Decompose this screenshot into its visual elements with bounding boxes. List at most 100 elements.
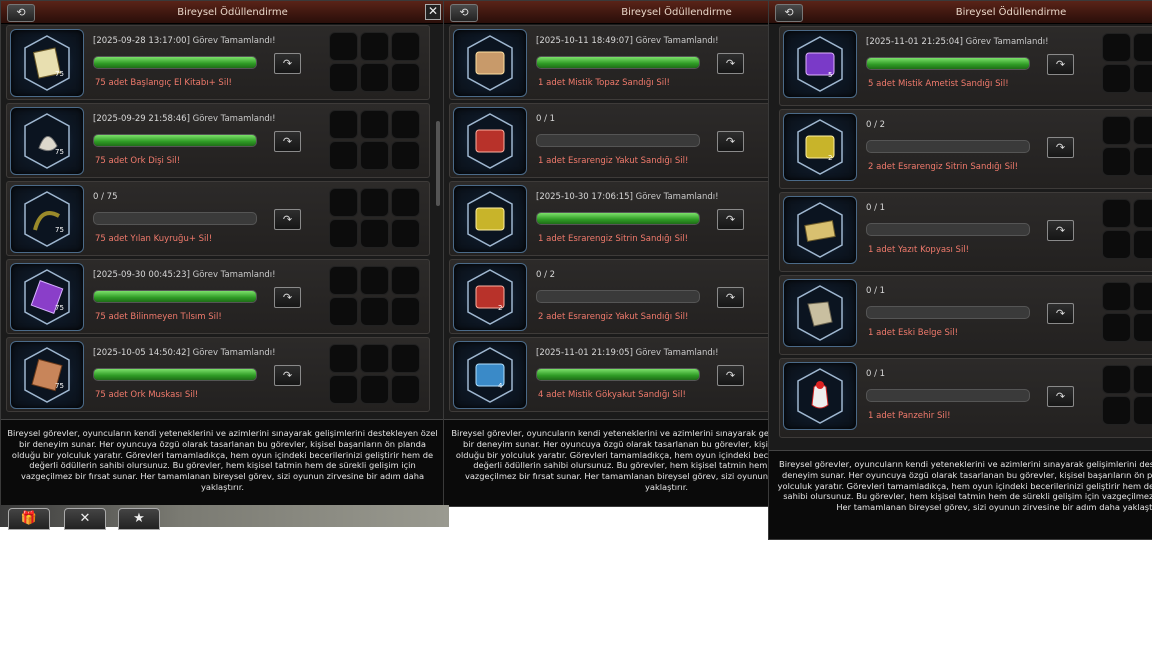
- refresh-button[interactable]: ⟲: [7, 4, 35, 22]
- share-button[interactable]: ↷: [1047, 386, 1074, 407]
- share-button[interactable]: ↷: [717, 287, 744, 308]
- reward-slot[interactable]: [1102, 116, 1131, 145]
- reward-slot[interactable]: [360, 110, 389, 139]
- share-button[interactable]: ↷: [717, 209, 744, 230]
- item-slot[interactable]: 2: [453, 263, 527, 331]
- reward-slot[interactable]: [360, 297, 389, 326]
- reward-slot[interactable]: [391, 32, 420, 61]
- reward-slot[interactable]: [391, 141, 420, 170]
- item-slot[interactable]: 75: [10, 185, 84, 253]
- item-slot[interactable]: [783, 362, 857, 430]
- reward-slot[interactable]: [329, 375, 358, 404]
- refresh-button[interactable]: ⟲: [450, 4, 478, 22]
- reward-slot[interactable]: [329, 141, 358, 170]
- item-slot[interactable]: 75: [10, 29, 84, 97]
- reward-slot[interactable]: [360, 375, 389, 404]
- reward-slot[interactable]: [1133, 64, 1152, 93]
- share-button[interactable]: ↷: [1047, 220, 1074, 241]
- reward-panel-1: ⟲ Bireysel Ödüllendirme ✕ 75 [2025-09-28 …: [0, 0, 445, 507]
- reward-slot[interactable]: [329, 344, 358, 373]
- reward-slot[interactable]: [360, 32, 389, 61]
- reward-slot[interactable]: [360, 188, 389, 217]
- snake-tail-icon: [24, 191, 70, 247]
- reward-slot[interactable]: [1102, 199, 1131, 228]
- reward-slot[interactable]: [329, 297, 358, 326]
- task-header: [2025-10-11 18:49:07] Görev Tamamlandı!: [536, 36, 719, 46]
- task-status: Görev Tamamlandı!: [189, 114, 276, 124]
- reward-slot[interactable]: [1133, 282, 1152, 311]
- reward-slot[interactable]: [391, 219, 420, 248]
- reward-slot[interactable]: [1102, 147, 1131, 176]
- title-bar[interactable]: ⟲ Bireysel Ödüllendirme ✕: [1, 1, 444, 24]
- share-button[interactable]: ↷: [274, 131, 301, 152]
- close-button[interactable]: ✕: [425, 4, 441, 20]
- antidote-icon: [797, 368, 843, 424]
- reward-slot[interactable]: [1133, 199, 1152, 228]
- share-button[interactable]: ↷: [1047, 54, 1074, 75]
- share-button[interactable]: ↷: [717, 365, 744, 386]
- item-slot[interactable]: [453, 185, 527, 253]
- item-slot[interactable]: 75: [10, 263, 84, 331]
- reward-slot[interactable]: [391, 375, 420, 404]
- item-slot[interactable]: 2: [783, 113, 857, 181]
- reward-slot[interactable]: [391, 266, 420, 295]
- reward-slot[interactable]: [1133, 147, 1152, 176]
- reward-slot[interactable]: [1102, 282, 1131, 311]
- reward-slot[interactable]: [360, 344, 389, 373]
- item-slot[interactable]: 4: [453, 341, 527, 409]
- reward-slot[interactable]: [360, 266, 389, 295]
- item-slot[interactable]: 75: [10, 107, 84, 175]
- share-button[interactable]: ↷: [1047, 303, 1074, 324]
- item-slot[interactable]: [783, 196, 857, 264]
- share-button[interactable]: ↷: [274, 287, 301, 308]
- reward-slot[interactable]: [1102, 365, 1131, 394]
- share-button[interactable]: ↷: [1047, 137, 1074, 158]
- reward-slot[interactable]: [360, 63, 389, 92]
- share-button[interactable]: ↷: [274, 53, 301, 74]
- reward-slot[interactable]: [329, 110, 358, 139]
- reward-slot[interactable]: [329, 266, 358, 295]
- reward-slot[interactable]: [391, 297, 420, 326]
- task-status: Görev Tamamlandı!: [962, 37, 1049, 47]
- share-button[interactable]: ↷: [274, 365, 301, 386]
- refresh-button[interactable]: ⟲: [775, 4, 803, 22]
- reward-slot[interactable]: [1133, 396, 1152, 425]
- reward-slot[interactable]: [329, 188, 358, 217]
- title-bar[interactable]: ⟲ Bireysel Ödüllendirme: [444, 1, 769, 24]
- reward-slot[interactable]: [391, 63, 420, 92]
- item-slot[interactable]: 5: [783, 30, 857, 98]
- item-slot[interactable]: [783, 279, 857, 347]
- scrollbar[interactable]: [436, 121, 440, 206]
- item-slot[interactable]: 75: [10, 341, 84, 409]
- reward-slot[interactable]: [1133, 116, 1152, 145]
- amethyst-chest-icon: [797, 36, 843, 92]
- reward-slot[interactable]: [391, 110, 420, 139]
- reward-slot[interactable]: [360, 141, 389, 170]
- reward-slot[interactable]: [1133, 313, 1152, 342]
- reward-slot[interactable]: [1102, 33, 1131, 62]
- close-all-button[interactable]: ✕: [64, 508, 106, 530]
- reward-slot[interactable]: [1133, 365, 1152, 394]
- item-slot[interactable]: [453, 107, 527, 175]
- favorite-button[interactable]: ★: [118, 508, 160, 530]
- reward-slot[interactable]: [329, 219, 358, 248]
- gift-button[interactable]: 🎁: [8, 508, 50, 530]
- reward-slot[interactable]: [329, 32, 358, 61]
- reward-slot[interactable]: [329, 63, 358, 92]
- reward-slot[interactable]: [1102, 64, 1131, 93]
- task-status: Görev Tamamlandı!: [632, 36, 719, 46]
- item-slot[interactable]: [453, 29, 527, 97]
- share-button[interactable]: ↷: [717, 131, 744, 152]
- reward-slot[interactable]: [360, 219, 389, 248]
- reward-slot[interactable]: [391, 188, 420, 217]
- item-quantity: 2: [828, 154, 833, 162]
- reward-slot[interactable]: [1102, 313, 1131, 342]
- reward-slot[interactable]: [1102, 230, 1131, 259]
- share-button[interactable]: ↷: [717, 53, 744, 74]
- reward-slot[interactable]: [391, 344, 420, 373]
- title-bar[interactable]: ⟲ Bireysel Ödüllendirme: [769, 1, 1152, 24]
- reward-slot[interactable]: [1133, 33, 1152, 62]
- share-button[interactable]: ↷: [274, 209, 301, 230]
- reward-slot[interactable]: [1102, 396, 1131, 425]
- reward-slot[interactable]: [1133, 230, 1152, 259]
